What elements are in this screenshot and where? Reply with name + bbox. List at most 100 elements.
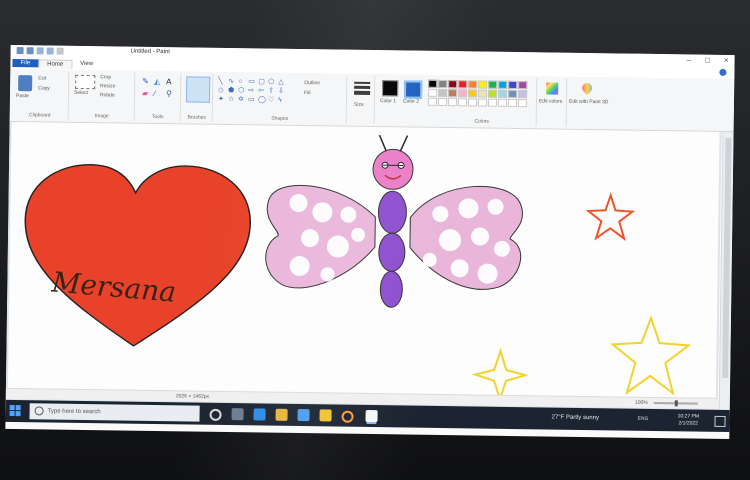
lightning-shape-icon[interactable]: ϟ <box>278 97 287 105</box>
windows-start-icon[interactable] <box>9 404 22 417</box>
palette-swatch[interactable] <box>498 80 508 89</box>
rotate-button[interactable]: Rotate <box>100 92 115 98</box>
tab-view[interactable]: View <box>72 60 101 68</box>
palette-swatch[interactable] <box>448 89 458 98</box>
callout-round-shape-icon[interactable]: ◯ <box>258 96 267 104</box>
color-palette[interactable] <box>427 79 528 108</box>
palette-swatch[interactable] <box>468 89 478 98</box>
palette-swatch[interactable] <box>428 79 438 88</box>
palette-swatch[interactable] <box>448 80 458 89</box>
color2-swatch[interactable] <box>404 80 423 99</box>
palette-swatch[interactable] <box>428 88 438 97</box>
select-icon[interactable] <box>75 74 96 90</box>
taskbar-search[interactable]: Type here to search <box>29 403 200 422</box>
palette-swatch[interactable] <box>458 80 468 89</box>
palette-swatch[interactable] <box>467 98 478 107</box>
minimize-icon[interactable]: – <box>687 55 692 64</box>
copy-button[interactable]: Copy <box>38 85 50 91</box>
palette-swatch[interactable] <box>478 80 488 89</box>
color-picker-icon[interactable]: ⁄ <box>154 89 155 98</box>
diamond-shape-icon[interactable]: ◇ <box>218 87 227 95</box>
palette-swatch[interactable] <box>478 89 488 98</box>
palette-swatch[interactable] <box>458 89 468 98</box>
customize-icon[interactable] <box>56 47 64 55</box>
palette-swatch[interactable] <box>477 98 488 107</box>
edge-icon[interactable] <box>253 408 266 421</box>
edit-colors-button[interactable]: Edit colors <box>539 98 562 104</box>
language-indicator[interactable]: ENG <box>638 416 649 422</box>
palette-swatch[interactable] <box>497 98 508 107</box>
chrome-icon[interactable] <box>341 410 354 423</box>
weather-widget[interactable]: 27°F Partly sunny <box>552 415 600 422</box>
save-icon[interactable] <box>26 47 34 55</box>
magnifier-icon[interactable]: ⚲ <box>166 89 172 98</box>
palette-swatch[interactable] <box>507 98 518 108</box>
arrow-down-shape-icon[interactable]: ⇩ <box>278 88 287 96</box>
color1-swatch[interactable] <box>382 80 399 97</box>
select-button[interactable]: Select <box>74 90 88 96</box>
pencil-icon[interactable]: ✎ <box>142 77 149 86</box>
palette-swatch[interactable] <box>427 97 438 106</box>
zoom-slider-knob[interactable] <box>674 400 678 407</box>
store-icon[interactable] <box>297 409 310 422</box>
maximize-icon[interactable]: □ <box>705 56 710 65</box>
cortana-icon[interactable] <box>209 408 222 421</box>
palette-swatch[interactable] <box>488 80 498 89</box>
arrow-right-shape-icon[interactable]: ⇨ <box>248 87 257 95</box>
rounded-rect-shape-icon[interactable]: ▢ <box>258 78 267 86</box>
triangle-shape-icon[interactable]: △ <box>278 79 287 87</box>
palette-swatch[interactable] <box>438 79 448 89</box>
hexagon-shape-icon[interactable]: ⬡ <box>238 87 247 95</box>
palette-swatch[interactable] <box>488 89 498 98</box>
cut-button[interactable]: Cut <box>38 75 46 81</box>
palette-swatch[interactable] <box>447 98 458 107</box>
notification-icon[interactable] <box>714 415 726 427</box>
redo-icon[interactable] <box>46 47 54 55</box>
palette-swatch[interactable] <box>457 98 468 107</box>
star5-shape-icon[interactable]: ☆ <box>228 96 237 104</box>
palette-swatch[interactable] <box>518 90 528 99</box>
heart-shape-icon[interactable]: ♡ <box>268 97 277 105</box>
oval-shape-icon[interactable]: ○ <box>238 78 247 86</box>
polygon-shape-icon[interactable]: ⬠ <box>268 79 277 87</box>
paint-taskbar-icon[interactable] <box>365 409 378 423</box>
rectangle-shape-icon[interactable]: ▭ <box>248 78 257 86</box>
text-icon[interactable]: A <box>166 77 171 86</box>
file-explorer-icon[interactable] <box>275 408 288 421</box>
task-view-icon[interactable] <box>231 408 244 421</box>
arrow-left-shape-icon[interactable]: ⇦ <box>258 87 267 95</box>
palette-swatch[interactable] <box>438 88 448 98</box>
curve-shape-icon[interactable]: ∿ <box>228 78 237 86</box>
palette-swatch[interactable] <box>508 89 518 99</box>
line-shape-icon[interactable]: ╲ <box>218 78 227 86</box>
palette-swatch[interactable] <box>468 80 478 89</box>
taskbar-clock[interactable]: 10:27 PM 2/1/2022 <box>677 413 699 427</box>
shapes-gallery[interactable]: ╲ ∿ ○ ▭ ▢ ⬠ △ ◇ ⬟ ⬡ ⇨ ⇦ ⇧ ⇩ ✦ ☆ ✡ ▭ ◯ ♡ <box>218 78 287 105</box>
palette-swatch[interactable] <box>437 97 448 107</box>
palette-swatch[interactable] <box>518 81 528 90</box>
drawing-canvas[interactable]: Mersana <box>7 121 720 408</box>
palette-swatch[interactable] <box>487 98 498 107</box>
star4-shape-icon[interactable]: ✦ <box>218 96 227 104</box>
brush-icon[interactable] <box>185 76 211 103</box>
undo-icon[interactable] <box>36 47 44 55</box>
size-icon[interactable] <box>354 81 371 97</box>
edit-colors-icon[interactable] <box>546 82 559 95</box>
tab-home[interactable]: Home <box>38 58 73 69</box>
crop-button[interactable]: Crop <box>100 74 111 80</box>
fill-button[interactable]: Fill <box>304 90 310 96</box>
outline-button[interactable]: Outline <box>304 80 320 86</box>
callout-shape-icon[interactable]: ▭ <box>248 96 257 104</box>
pentagon-shape-icon[interactable]: ⬟ <box>228 87 237 95</box>
edit-paint3d-button[interactable]: Edit with Paint 3D <box>569 99 609 106</box>
palette-swatch[interactable] <box>498 89 508 98</box>
arrow-up-shape-icon[interactable]: ⇧ <box>268 88 277 96</box>
paint3d-icon[interactable] <box>580 80 595 96</box>
star6-shape-icon[interactable]: ✡ <box>238 96 247 104</box>
mail-icon[interactable] <box>319 409 332 422</box>
close-icon[interactable]: × <box>724 56 729 65</box>
palette-swatch[interactable] <box>517 99 528 108</box>
eraser-icon[interactable]: ▰ <box>142 89 148 98</box>
resize-button[interactable]: Resize <box>100 83 115 89</box>
paste-button[interactable]: Paste <box>16 93 29 99</box>
